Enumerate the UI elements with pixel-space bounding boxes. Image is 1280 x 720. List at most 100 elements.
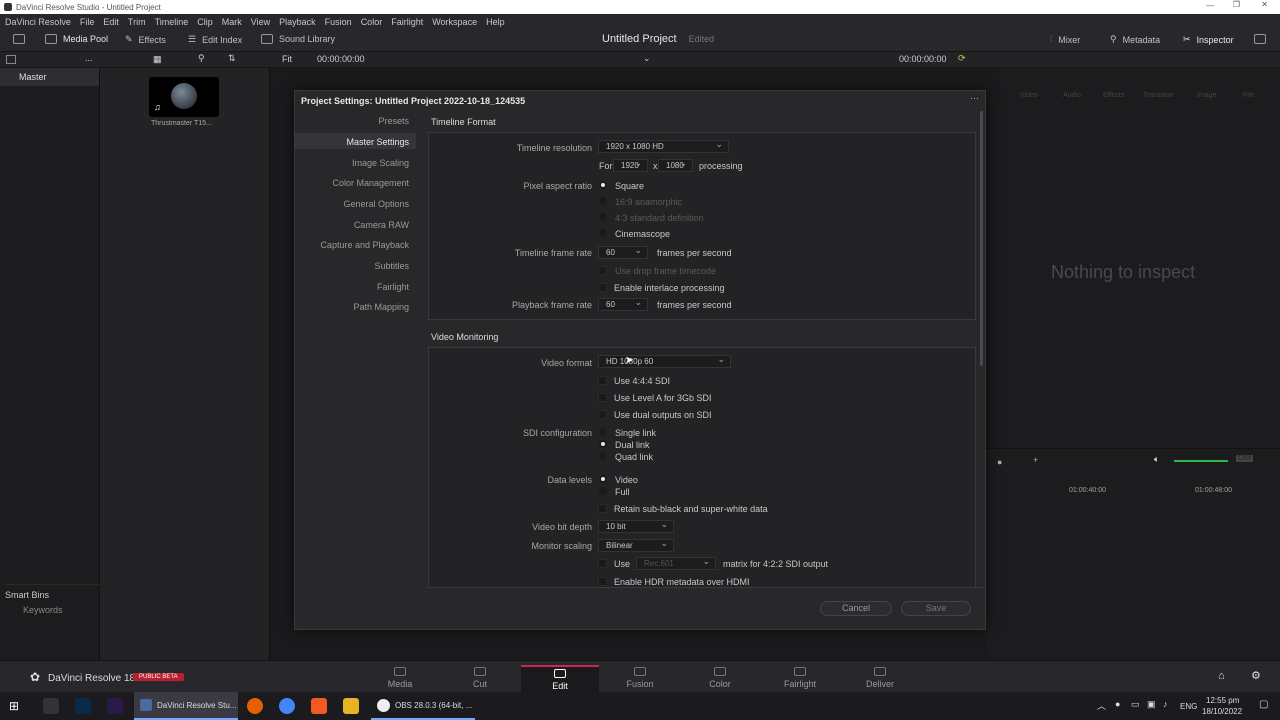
menu-fusion[interactable]: Fusion bbox=[325, 17, 352, 27]
loop-icon[interactable]: ⟳ bbox=[958, 53, 966, 64]
interlace-checkbox[interactable] bbox=[598, 283, 607, 292]
menu-file[interactable]: File bbox=[80, 17, 95, 27]
timeline-fps-select[interactable]: 60 bbox=[598, 245, 648, 259]
tab-image[interactable]: Image bbox=[1197, 92, 1216, 99]
tab-video[interactable]: Video bbox=[1020, 92, 1038, 99]
page-edit[interactable]: Edit bbox=[521, 665, 599, 693]
tab-effects[interactable]: Effects bbox=[1103, 92, 1124, 99]
maximize-button[interactable]: ❐ bbox=[1233, 0, 1240, 9]
search-icon[interactable]: ⚲ bbox=[198, 53, 205, 64]
use444-checkbox[interactable] bbox=[598, 376, 607, 385]
layout-icon[interactable] bbox=[6, 55, 16, 64]
page-fusion[interactable]: Fusion bbox=[601, 665, 679, 693]
media-pool-button[interactable]: Media Pool bbox=[45, 34, 108, 44]
photoshop-icon[interactable] bbox=[75, 698, 91, 714]
monitor-toggle-button[interactable] bbox=[13, 34, 25, 44]
nav-path-mapping[interactable]: Path Mapping bbox=[353, 302, 409, 312]
save-button[interactable]: Save bbox=[901, 601, 971, 616]
nav-color-management[interactable]: Color Management bbox=[332, 178, 409, 188]
cancel-button[interactable]: Cancel bbox=[820, 601, 892, 616]
levelA-checkbox[interactable] bbox=[598, 393, 607, 402]
notifications-icon[interactable]: ▢ bbox=[1259, 699, 1268, 710]
clock-time[interactable]: 12:55 pm bbox=[1206, 696, 1239, 705]
video-format-select[interactable]: HD 1080p 60 bbox=[598, 354, 731, 368]
page-deliver[interactable]: Deliver bbox=[841, 665, 919, 693]
menu-color[interactable]: Color bbox=[361, 17, 383, 27]
timeline-resolution-select[interactable]: 1920 x 1080 HD bbox=[598, 139, 729, 153]
page-fairlight[interactable]: Fairlight bbox=[761, 665, 839, 693]
zoom-out-dot[interactable]: ● bbox=[997, 457, 1002, 467]
nav-general-options[interactable]: General Options bbox=[343, 199, 409, 209]
bin-master[interactable]: Master bbox=[0, 68, 99, 86]
minimize-button[interactable]: — bbox=[1206, 1, 1214, 10]
metadata-button[interactable]: ⚲ Metadata bbox=[1110, 34, 1160, 45]
matrix-select[interactable]: Rec.601 bbox=[636, 556, 716, 570]
clip-thumbnail[interactable]: ♫ bbox=[149, 77, 219, 117]
firefox-icon[interactable] bbox=[247, 698, 263, 714]
menu-help[interactable]: Help bbox=[486, 17, 505, 27]
playback-fps-input[interactable]: 60 bbox=[598, 297, 648, 311]
sdi-quad-radio[interactable] bbox=[599, 452, 607, 460]
mixer-button[interactable]: ⫶ Mixer bbox=[1050, 34, 1080, 45]
levels-full-radio[interactable] bbox=[599, 487, 607, 495]
nav-subtitles[interactable]: Subtitles bbox=[374, 261, 409, 271]
network-icon[interactable]: ▣ bbox=[1147, 699, 1156, 710]
premiere-icon[interactable] bbox=[107, 698, 123, 714]
language-indicator[interactable]: ENG bbox=[1180, 702, 1197, 711]
page-cut[interactable]: Cut bbox=[441, 665, 519, 693]
par-sd-radio[interactable] bbox=[599, 213, 607, 221]
effects-button[interactable]: ✎ Effects bbox=[125, 34, 166, 45]
sdi-single-radio[interactable] bbox=[599, 428, 607, 436]
nav-capture-playback[interactable]: Capture and Playback bbox=[320, 240, 409, 250]
nav-presets[interactable]: Presets bbox=[378, 116, 409, 126]
brave-icon[interactable] bbox=[311, 698, 327, 714]
par-anamorphic-radio[interactable] bbox=[599, 197, 607, 205]
tab-audio[interactable]: Audio bbox=[1063, 92, 1081, 99]
par-square-radio[interactable] bbox=[599, 181, 607, 189]
windows-start-icon[interactable]: ⊞ bbox=[9, 699, 19, 713]
dialog-options-icon[interactable]: ⋯ bbox=[970, 93, 979, 104]
hdr-checkbox[interactable] bbox=[598, 577, 607, 586]
inspector-button[interactable]: ✂ Inspector bbox=[1183, 34, 1234, 45]
menu-timeline[interactable]: Timeline bbox=[155, 17, 189, 27]
use-matrix-checkbox[interactable] bbox=[598, 559, 607, 568]
ellipsis-button[interactable]: ... bbox=[85, 53, 93, 63]
monitor-scaling-select[interactable]: Bilinear bbox=[598, 538, 674, 552]
volume-icon[interactable]: ♪ bbox=[1163, 699, 1168, 709]
menu-trim[interactable]: Trim bbox=[128, 17, 146, 27]
retain-checkbox[interactable] bbox=[598, 504, 607, 513]
menu-edit[interactable]: Edit bbox=[103, 17, 119, 27]
nav-fairlight[interactable]: Fairlight bbox=[377, 282, 409, 292]
battery-icon[interactable]: ▭ bbox=[1131, 699, 1140, 710]
levels-video-radio[interactable] bbox=[599, 475, 607, 483]
taskbar-resolve[interactable]: DaVinci Resolve Stu... bbox=[134, 692, 238, 720]
dual-out-checkbox[interactable] bbox=[598, 410, 607, 419]
dim-button[interactable]: DIM bbox=[1236, 455, 1253, 462]
menu-workspace[interactable]: Workspace bbox=[432, 17, 477, 27]
sdi-dual-radio[interactable] bbox=[599, 440, 607, 448]
tray-chevron-icon[interactable]: ︿ bbox=[1097, 699, 1106, 712]
height-input[interactable]: 1080 bbox=[658, 158, 693, 172]
dropframe-checkbox[interactable] bbox=[598, 266, 607, 275]
sound-library-button[interactable]: Sound Library bbox=[261, 34, 335, 44]
tab-file[interactable]: File bbox=[1243, 92, 1254, 99]
clock-date[interactable]: 18/10/2022 bbox=[1202, 707, 1242, 716]
speaker-icon[interactable]: 🔈︎ bbox=[1154, 454, 1159, 465]
nav-camera-raw[interactable]: Camera RAW bbox=[354, 220, 409, 230]
page-color[interactable]: Color bbox=[681, 665, 759, 693]
menu-playback[interactable]: Playback bbox=[279, 17, 316, 27]
width-input[interactable]: 1920 bbox=[613, 158, 648, 172]
folder-icon[interactable] bbox=[343, 698, 359, 714]
nav-image-scaling[interactable]: Image Scaling bbox=[352, 158, 409, 168]
bin-keywords[interactable]: Keywords bbox=[23, 605, 63, 615]
menu-view[interactable]: View bbox=[251, 17, 270, 27]
mic-icon[interactable]: ● bbox=[1115, 699, 1120, 709]
bitdepth-select[interactable]: 10 bit bbox=[598, 519, 674, 533]
home-icon[interactable]: ⌂ bbox=[1218, 670, 1225, 682]
sort-icon[interactable]: ⇅ bbox=[228, 53, 236, 64]
page-media[interactable]: Media bbox=[361, 665, 439, 693]
chrome-icon[interactable] bbox=[279, 698, 295, 714]
menu-clip[interactable]: Clip bbox=[197, 17, 213, 27]
gear-icon[interactable]: ⚙ bbox=[1251, 669, 1261, 682]
zoom-in-icon[interactable]: + bbox=[1033, 455, 1038, 465]
